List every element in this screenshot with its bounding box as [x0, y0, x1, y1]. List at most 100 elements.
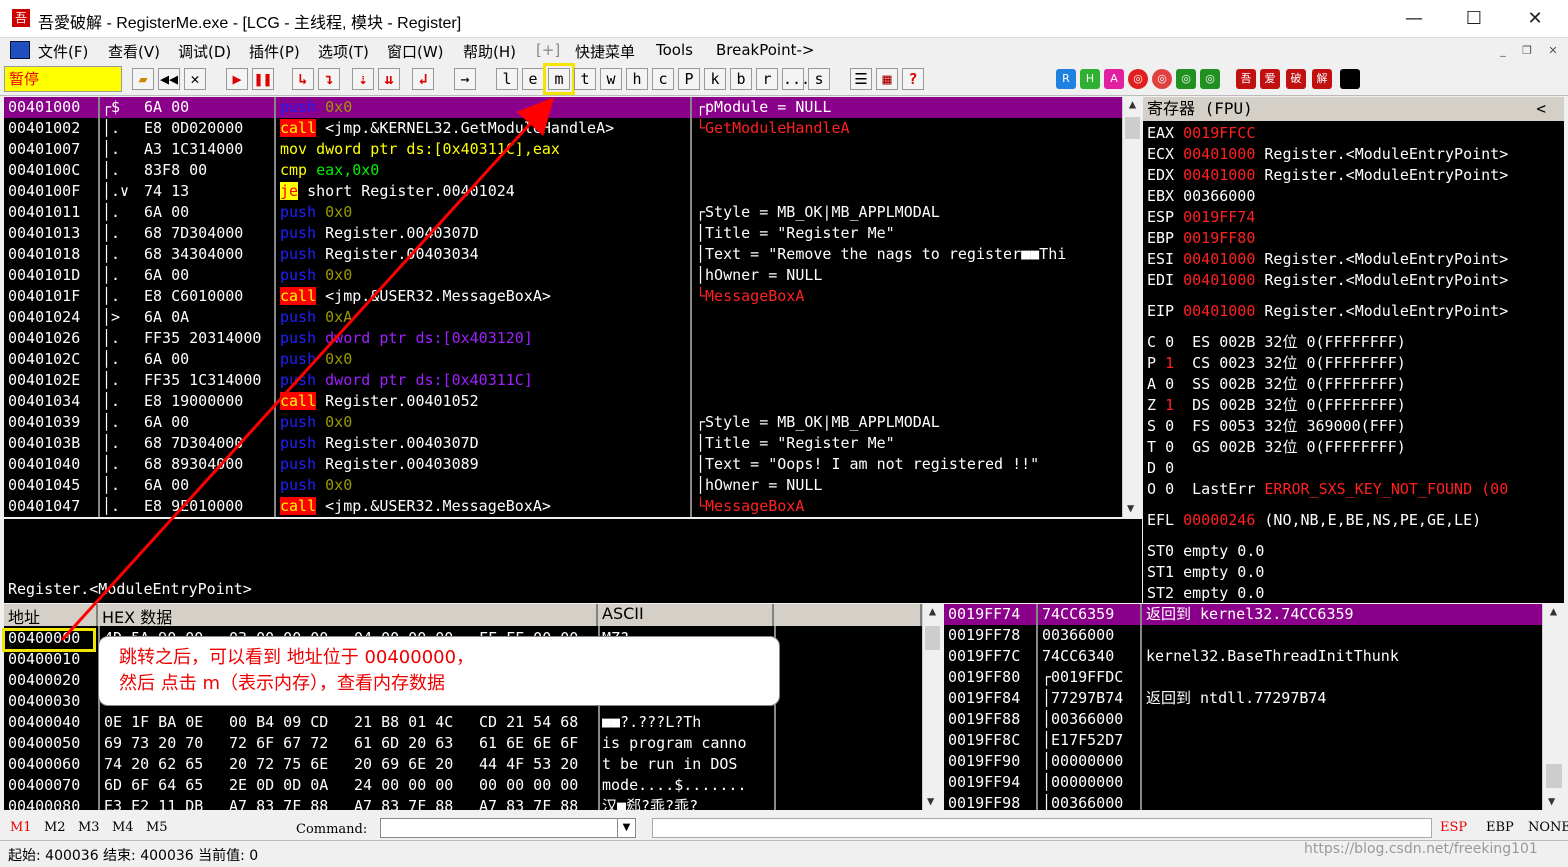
- flag-row[interactable]: O 0 LastErr ERROR_SXS_KEY_NOT_FOUND (00: [1147, 479, 1508, 500]
- disasm-address[interactable]: 00401034: [8, 391, 80, 412]
- flag-row[interactable]: C 0 ES 002B 32位 0(FFFFFFFF): [1147, 332, 1406, 353]
- tb-breakpoints[interactable]: b: [730, 68, 752, 90]
- mdi-close-button[interactable]: ✕: [1544, 42, 1562, 60]
- command-dropdown-icon[interactable]: ▼: [617, 819, 635, 837]
- stack-address[interactable]: 0019FF7C: [948, 646, 1020, 667]
- dump-pane[interactable]: 地址 HEX 数据 ASCII 004000004D 5A 90 0003 00…: [4, 604, 942, 810]
- dump-address[interactable]: 00400020: [8, 670, 80, 691]
- fpu-register[interactable]: ST0 empty 0.0: [1147, 541, 1264, 562]
- tb-log[interactable]: l: [496, 68, 518, 90]
- mark-m1[interactable]: M1: [10, 820, 32, 835]
- flag-row[interactable]: P 1 CS 0023 32位 0(FFFFFFFF): [1147, 353, 1406, 374]
- menu-view[interactable]: 查看(V): [108, 41, 160, 62]
- black-square-icon[interactable]: [1340, 69, 1360, 89]
- tb-handles[interactable]: h: [626, 68, 648, 90]
- plugin-h-icon[interactable]: H: [1080, 69, 1100, 89]
- run-icon[interactable]: ▶: [226, 68, 248, 90]
- mark-m3[interactable]: M3: [78, 820, 100, 835]
- fpu-register[interactable]: ST2 empty 0.0: [1147, 583, 1264, 603]
- scroll-thumb[interactable]: [1546, 764, 1562, 788]
- scroll-thumb[interactable]: [925, 626, 940, 650]
- disasm-instruction[interactable]: push 0xA: [280, 307, 352, 328]
- tb-executables[interactable]: e: [522, 68, 544, 90]
- minimize-button[interactable]: —: [1394, 6, 1434, 32]
- list-icon[interactable]: ☰: [850, 68, 872, 90]
- dump-address[interactable]: 00400030: [8, 691, 80, 712]
- disasm-address[interactable]: 00401018: [8, 244, 80, 265]
- disasm-instruction[interactable]: push Register.00403034: [280, 244, 479, 265]
- register-row[interactable]: EDI 00401000 Register.<ModuleEntryPoint>: [1147, 270, 1508, 291]
- register-row[interactable]: EDX 00401000 Register.<ModuleEntryPoint>: [1147, 165, 1508, 186]
- register-row[interactable]: ESI 00401000 Register.<ModuleEntryPoint>: [1147, 249, 1508, 270]
- trace-over-icon[interactable]: ⇊: [378, 68, 400, 90]
- disasm-instruction[interactable]: push dword ptr ds:[0x403120]: [280, 328, 533, 349]
- disasm-address[interactable]: 0040102C: [8, 349, 80, 370]
- menu-debug[interactable]: 调试(D): [178, 41, 231, 62]
- disasm-address[interactable]: 0040100C: [8, 160, 80, 181]
- disasm-instruction[interactable]: push Register.0040307D: [280, 223, 479, 244]
- disasm-instruction[interactable]: push 0x0: [280, 412, 352, 433]
- disasm-address[interactable]: 00401000: [8, 97, 80, 118]
- disasm-instruction[interactable]: cmp eax,0x0: [280, 160, 379, 181]
- menu-plugins[interactable]: 插件(P): [249, 41, 300, 62]
- scroll-thumb[interactable]: [1125, 117, 1140, 139]
- tb-memory[interactable]: m: [543, 63, 575, 95]
- disasm-instruction[interactable]: push 0x0: [280, 349, 352, 370]
- maximize-button[interactable]: ☐: [1454, 6, 1494, 32]
- reg-ebp-toggle[interactable]: EBP: [1486, 820, 1514, 835]
- dump-address[interactable]: 00400010: [8, 649, 80, 670]
- disasm-address[interactable]: 00401045: [8, 475, 80, 496]
- disasm-instruction[interactable]: push dword ptr ds:[0x40311C]: [280, 370, 533, 391]
- plugin-grid-icon[interactable]: ◎: [1176, 69, 1196, 89]
- reg-esp-toggle[interactable]: ESP: [1440, 820, 1467, 835]
- dump-header-address[interactable]: 地址: [4, 604, 98, 627]
- stack-address[interactable]: 0019FF78: [948, 625, 1020, 646]
- disasm-address[interactable]: 00401007: [8, 139, 80, 160]
- disasm-address[interactable]: 00401039: [8, 412, 80, 433]
- dump-address[interactable]: 00400040: [8, 712, 80, 733]
- disasm-address[interactable]: 00401011: [8, 202, 80, 223]
- disasm-address[interactable]: 0040101D: [8, 265, 80, 286]
- registers-pane[interactable]: 寄存器 (FPU) < EAX 0019FFCC ECX 00401000 Reg…: [1143, 97, 1564, 603]
- open-icon[interactable]: ▰: [132, 68, 154, 90]
- stack-address[interactable]: 0019FF80: [948, 667, 1020, 688]
- disasm-address[interactable]: 00401013: [8, 223, 80, 244]
- menu-plus[interactable]: [+]: [536, 41, 560, 59]
- disasm-instruction[interactable]: call Register.00401052: [280, 391, 479, 412]
- close-program-icon[interactable]: ✕: [184, 68, 206, 90]
- disassembly-pane[interactable]: 00401000 ┌$ 6A 00 push 0x0 ┌pModule = NULL 00…: [4, 97, 1142, 517]
- trace-into-icon[interactable]: ⇣: [352, 68, 374, 90]
- tb-patches[interactable]: P: [678, 68, 700, 90]
- disasm-instruction[interactable]: push 0x0: [280, 202, 352, 223]
- disasm-scrollbar[interactable]: ▲ ▼: [1122, 97, 1142, 517]
- stack-scrollbar[interactable]: ▲ ▼: [1542, 604, 1564, 810]
- disasm-instruction[interactable]: push Register.0040307D: [280, 433, 479, 454]
- register-row[interactable]: EBP 0019FF80: [1147, 228, 1255, 249]
- plugin-target-icon[interactable]: ◎: [1152, 69, 1172, 89]
- step-into-icon[interactable]: ↳: [292, 68, 314, 90]
- stack-pane[interactable]: 0019FF74 74CC6359 返回到 kernel32.74CC6359 001…: [944, 604, 1564, 810]
- stack-address[interactable]: 0019FF84: [948, 688, 1020, 709]
- menu-shortcuts[interactable]: 快捷菜单: [575, 41, 635, 62]
- flag-row[interactable]: A 0 SS 002B 32位 0(FFFFFFFF): [1147, 374, 1406, 395]
- flag-row[interactable]: Z 1 DS 002B 32位 0(FFFFFFFF): [1147, 395, 1406, 416]
- logo-po-icon[interactable]: 破: [1286, 69, 1306, 89]
- mdi-restore-button[interactable]: ❐: [1518, 42, 1536, 60]
- disasm-instruction[interactable]: call <jmp.&KERNEL32.GetModuleHandleA>: [280, 118, 614, 139]
- register-row-efl[interactable]: EFL 00000246 (NO,NB,E,BE,NS,PE,GE,LE): [1147, 510, 1481, 531]
- dump-address[interactable]: 00400070: [8, 775, 80, 796]
- execute-till-return-icon[interactable]: ↲: [412, 68, 434, 90]
- mark-m4[interactable]: M4: [112, 820, 134, 835]
- tb-threads[interactable]: t: [574, 68, 596, 90]
- stack-address[interactable]: 0019FF74: [948, 604, 1020, 625]
- goto-icon[interactable]: →: [454, 68, 476, 90]
- mark-m5[interactable]: M5: [146, 820, 168, 835]
- plugin-a-icon[interactable]: A: [1104, 69, 1124, 89]
- disasm-instruction[interactable]: mov dword ptr ds:[0x40311C],eax: [280, 139, 560, 160]
- dump-header-hex[interactable]: HEX 数据: [98, 604, 598, 627]
- flag-row[interactable]: S 0 FS 0053 32位 369000(FFF): [1147, 416, 1406, 437]
- disasm-address[interactable]: 0040103B: [8, 433, 80, 454]
- disasm-instruction[interactable]: je short Register.00401024: [280, 181, 515, 202]
- disasm-address[interactable]: 0040100F: [8, 181, 80, 202]
- help-icon[interactable]: ?: [902, 68, 924, 90]
